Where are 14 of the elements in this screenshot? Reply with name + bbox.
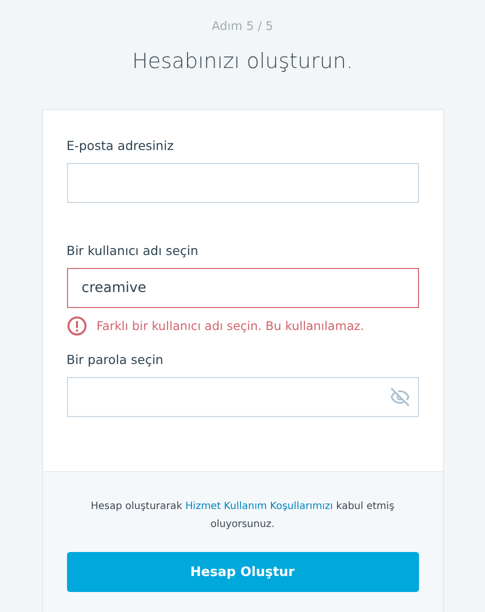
create-account-button[interactable]: Hesap Oluştur xyxy=(66,552,418,592)
error-message: Farklı bir kullanıcı adı seçin. Bu kullanılamaz. xyxy=(96,319,364,333)
password-field[interactable] xyxy=(66,377,418,417)
field-label: Bir kullanıcı adı seçin xyxy=(66,243,200,258)
input-field[interactable] xyxy=(66,163,418,203)
page-title: Hesabınızı oluşturun. xyxy=(132,49,353,73)
terms-text: Hesap oluşturarak Hizmet Kullanım Koşullarımızı kabul etmiş oluyorsunuz. xyxy=(90,500,396,532)
eye-off-icon[interactable] xyxy=(390,387,410,407)
error-icon xyxy=(66,316,86,336)
terms-link[interactable]: Hizmet Kullanım Koşullarımızı xyxy=(185,501,333,512)
input-field[interactable]: creamive xyxy=(66,268,418,308)
step-indicator: Adım 5 / 5 xyxy=(212,19,274,33)
field-label: E-posta adresiniz xyxy=(66,138,175,153)
field-label: Bir parola seçin xyxy=(66,352,164,367)
